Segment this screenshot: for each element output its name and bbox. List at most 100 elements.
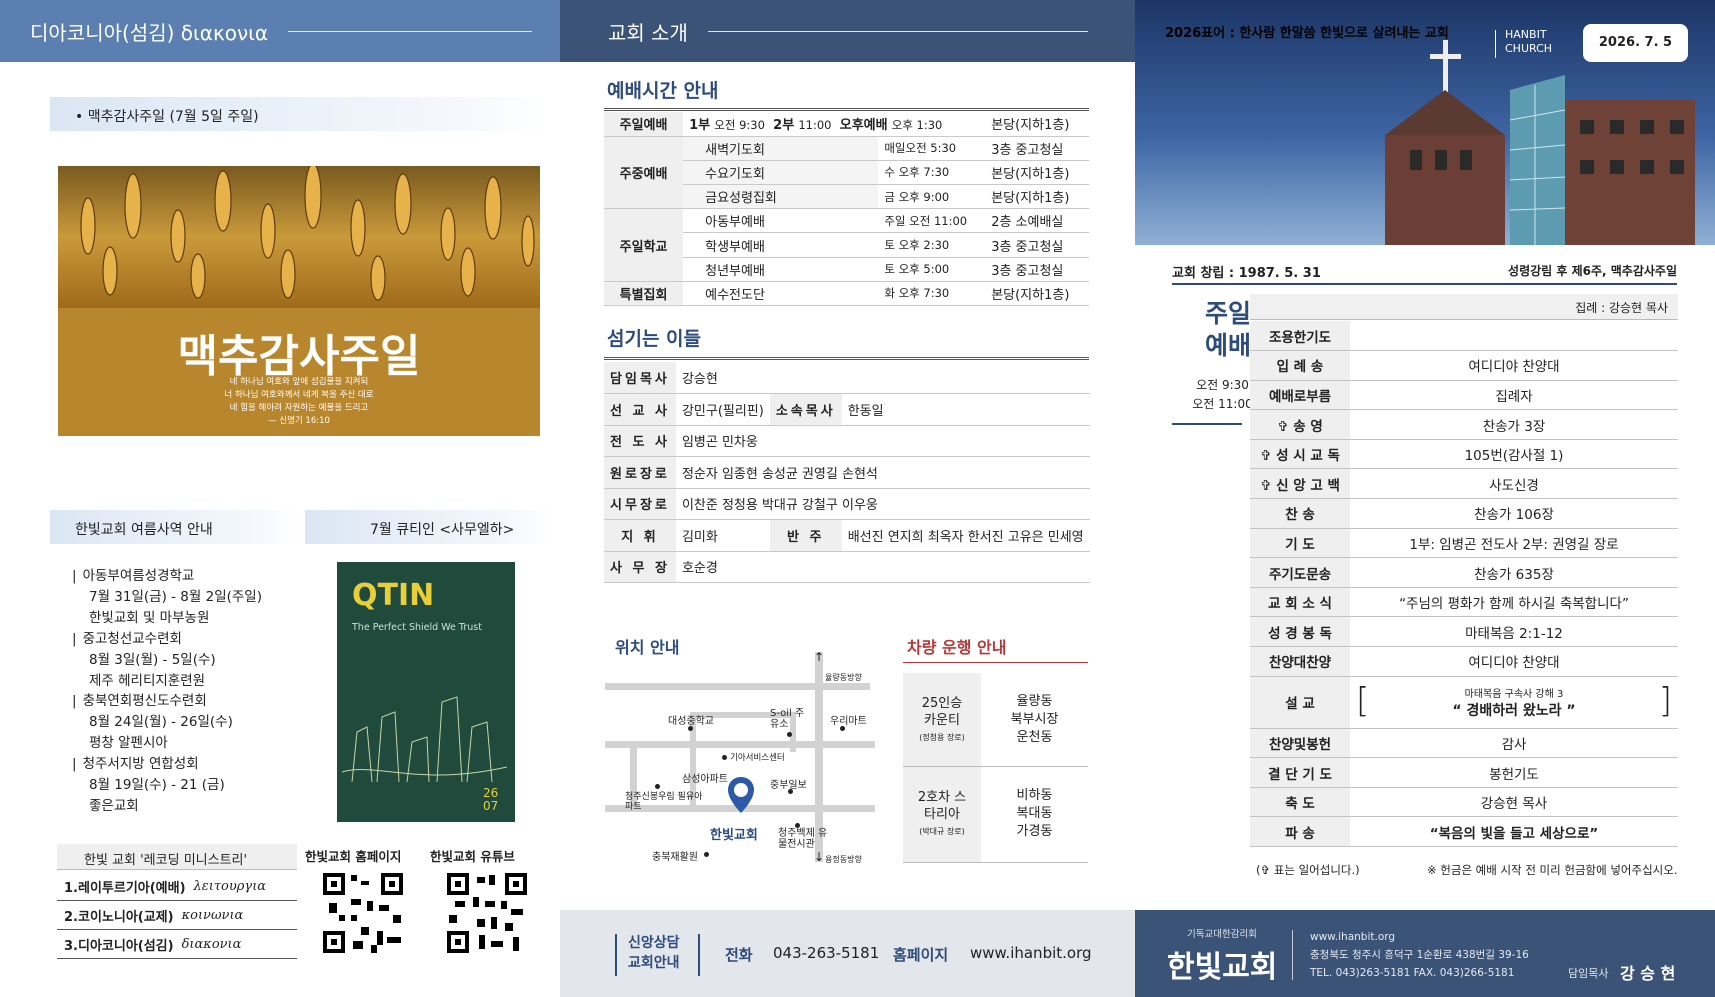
qr-youtube-label: 한빛교회 유튜브 [430, 849, 515, 864]
homepage-link[interactable]: www.ihanbit.org [970, 944, 1092, 962]
record-item[interactable]: 1.레이투르기아(예배) λειτουργια [57, 872, 297, 901]
sunday-row: 주일예배 1부 오전 9:30 2부 11:00 오후예배 오후 1:30 본당… [604, 112, 1089, 137]
staff-title: 섬기는 이들 [607, 328, 702, 350]
bus-route-cell: 율량동 북부시장 운천동 [1010, 694, 1059, 745]
header-rule [707, 30, 1088, 32]
panel-worship-order: 2026표어 : 한사람 한말씀 한빛으로 살려내는 교회 HANBIT CHUR… [1135, 0, 1715, 997]
church-photo: 2026표어 : 한사람 한말씀 한빛으로 살려내는 교회 HANBIT CHUR… [1135, 0, 1715, 245]
sermon-row: 설 교 [마태복음 구속사 강해 3 “ 경배하러 왔노라 ”] [1250, 676, 1678, 729]
summer-item: | 충북연회평신도수련회 [72, 693, 207, 710]
sunday-place: 본당(지하1층) [985, 112, 1089, 137]
banner-text-area: 맥추감사주일 네 하나님 여호와 앞에 섬김물을 지켜되 너 하나님 여호와께서… [58, 308, 540, 436]
summer-item: | 중고청선교수련회 [72, 630, 182, 647]
special-label: 특별집회 [604, 281, 684, 307]
order-of-worship: 조용한기도 입 례 송 여디디야 찬양대 예배로부름 집례자 ✞ 송 영 찬송가 3장… [1250, 321, 1678, 847]
worship-times-title: 예배시간 안내 [607, 80, 719, 102]
church-pin-icon [728, 777, 754, 813]
special-row: 특별집회 예수전도단 화 오후 7:30 본당(지하1층) [604, 281, 1089, 307]
denomination: 기독교대한감리회 [1187, 929, 1257, 940]
wheat-image [58, 166, 540, 308]
date-badge: 2026. 7. 5 [1583, 24, 1688, 62]
thanksgiving-banner: 맥추감사주일 네 하나님 여호와 앞에 섬김물을 지켜되 너 하나님 여호와께서… [58, 166, 540, 436]
record-item[interactable]: 2.코이노니아(교제) κοινωνια [57, 901, 297, 930]
counsel-label: 신앙상담 [628, 935, 680, 951]
summer-title: 한빛교회 여름사역 안내 [75, 522, 213, 538]
verse-reference: — 신명기 16:10 [268, 416, 330, 426]
qr-home-label: 한빛교회 홈페이지 [305, 849, 402, 864]
phone-number[interactable]: 043-263-5181 [773, 944, 879, 962]
panel2-header: 교회 소개 [560, 0, 1135, 62]
bus-title: 차량 운행 안내 [907, 638, 1007, 657]
bus-name-cell: 2호차 스타리아 (박대규 장로) [903, 767, 981, 862]
bus-name-cell: 25인승 카운티 (정청용 장로) [903, 673, 981, 766]
banner-title: 맥추감사주일 [177, 331, 421, 382]
summer-item: | 아동부여름성경학교 [72, 568, 195, 584]
service-title: 주일 [1205, 299, 1252, 328]
records-title: 한빛 교회 '레코딩 미니스트리' [84, 853, 248, 868]
location-map[interactable]: 율량동방향 ↑ 용정동방향 ↓ 대성중학교 S-oil 주유소 우리마트 기아서… [600, 650, 880, 864]
qr-youtube-icon[interactable] [445, 871, 529, 955]
qt-cover[interactable]: QTIN The Perfect Shield We Trust 26 07 [337, 562, 515, 822]
arrow-down-icon: ↓ [814, 850, 825, 864]
summer-place: 제주 헤리티지훈련원 [89, 672, 206, 689]
qt-title: 7월 큐티인 <사무엘하> [370, 522, 515, 538]
qt-issue-month: 07 [483, 799, 499, 813]
panel-diakonia: 디아코니아(섬김) διακονια • 맥추감사주일 (7월 5일 주일) 맥… [0, 0, 560, 997]
section-rule [604, 357, 1089, 360]
arrow-up-icon: ↑ [814, 650, 825, 664]
bus-route-cell: 비하동 복대동 가경동 [1016, 788, 1053, 839]
info-label: 교회안내 [628, 955, 680, 971]
map-heritage: 청주백제 유물전시관 [778, 828, 828, 850]
map-school: 대성중학교 [668, 716, 714, 727]
map-service-center: 기아서비스센터 [730, 753, 785, 763]
summer-date: 7월 31일(금) - 8월 2일(주일) [89, 588, 262, 605]
church-footer: 기독교대한감리회 한빛교회 www.ihanbit.org 충청북도 청주시 흥… [1135, 910, 1715, 997]
summer-date: 8월 3일(월) - 5일(수) [89, 651, 216, 668]
liturgical-season: 성령강림 후 제6주, 맥추감사주일 [1508, 264, 1677, 278]
footer-phone: TEL. 043)263-5181 FAX. 043)266-5181 [1310, 967, 1515, 979]
record-item[interactable]: 3.디아코니아(섬김) διακονια [57, 930, 297, 959]
map-apartment: 청주신봉우림 필유아파트 [625, 792, 703, 812]
event-title: • 맥추감사주일 (7월 5일 주일) [75, 109, 259, 125]
qt-illustration [341, 696, 508, 783]
summer-place: 평창 알펜시아 [89, 735, 168, 752]
summer-place: 한빛교회 및 마부농원 [89, 609, 210, 626]
panel1-title: 디아코니아(섬김) διακονια [30, 20, 269, 45]
summer-list: | 아동부여름성경학교 7월 31일(금) - 8월 2일(주일) 한빛교회 및 … [72, 566, 302, 817]
slogan: 2026표어 : 한사람 한말씀 한빛으로 살려내는 교회 [1165, 26, 1449, 41]
bus-table: 25인승 카운티 (정청용 장로) 율량동 북부시장 운천동 2호차 스타리아 (박대규… [903, 673, 1088, 863]
founded-date: 교회 창립 : 1987. 5. 31 [1172, 266, 1321, 281]
summer-date: 8월 24일(월) - 26일(수) [89, 714, 233, 731]
school-label: 주일학교 [604, 208, 684, 282]
records-list: 1.레이투르기아(예배) λειτουργια 2.코이노니아(교제) κοινων… [57, 872, 297, 959]
sermon-reference: 마태복음 구속사 강해 3 [1464, 688, 1564, 700]
panel-church-intro: 교회 소개 예배시간 안내 주일예배 1부 오전 9:30 2부 11:00 오… [560, 0, 1135, 997]
map-north-label: 율량동방향 [825, 673, 862, 682]
homepage-label: 홈페이지 [893, 946, 949, 964]
qt-logo: QTIN [352, 578, 435, 613]
pastor-name: 강 승 현 [1620, 964, 1676, 983]
panel1-header: 디아코니아(섬김) διακονια [0, 0, 560, 62]
map-soil: S-oil 주유소 [770, 708, 805, 730]
sermon-title: “ 경배하러 왔노라 ” [1452, 702, 1576, 719]
school-row: 주일학교 아동부예배 주일 오전 11:00 2층 소예배실 [604, 208, 1089, 282]
footer-website[interactable]: www.ihanbit.org [1310, 928, 1529, 946]
worship-times-table: 주일예배 1부 오전 9:30 2부 11:00 오후예배 오후 1:30 본당… [604, 112, 1089, 307]
qt-title-bar: 7월 큐티인 <사무엘하> [305, 510, 555, 544]
verse-line: 네 하나님 여호와 앞에 섬김물을 지켜되 [229, 377, 369, 387]
map-hospital: 충북재활원 [652, 852, 698, 863]
church-building-image [1385, 40, 1695, 245]
brand-en-2: CHURCH [1505, 42, 1553, 55]
weekday-row: 주중예배 새벽기도회 매일오전 5:30 3층 중고청실 [604, 136, 1089, 210]
map-samsung-apt: 삼성아파트 [682, 774, 728, 785]
summer-place: 좋은교회 [89, 797, 139, 814]
qr-home-icon[interactable] [321, 871, 405, 955]
map-church-label: 한빛교회 [710, 828, 758, 843]
phone-label: 전화 [725, 946, 753, 964]
summer-date: 8월 19일(수) - 21 (금) [89, 777, 225, 794]
offering-note: ※ 헌금은 예배 시작 전 미리 헌금함에 넣어주십시오. [1427, 863, 1678, 877]
presider: 집례 : 강승현 목사 [1575, 301, 1668, 315]
summer-title-bar: 한빛교회 여름사역 안내 [50, 510, 300, 544]
stand-note: (✞ 표는 일어섭니다.) [1256, 863, 1360, 877]
map-south-label: 용정동방향 [825, 855, 862, 864]
